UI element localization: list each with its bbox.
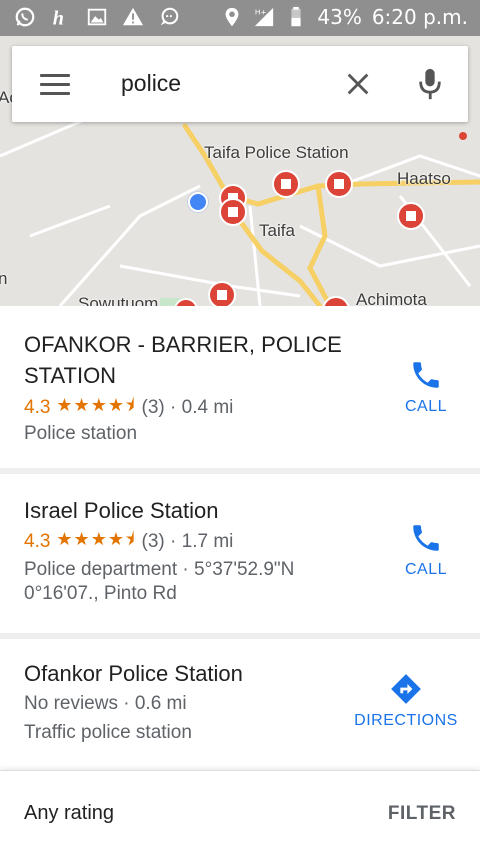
status-bar: h H+ 43% 6:20 p.m. <box>0 0 480 36</box>
filter-bar: Any rating FILTER <box>0 770 480 854</box>
review-count-distance: (3) · 0.4 mi <box>141 397 234 418</box>
map-label-haatso: Haatso <box>397 169 451 188</box>
location-icon <box>225 7 239 27</box>
h-app-icon: h <box>53 7 64 28</box>
svg-text:H+: H+ <box>255 7 267 16</box>
call-button[interactable]: CALL <box>398 521 454 579</box>
rating-value: 4.3 <box>24 531 51 552</box>
map-label-achimota: Achimota <box>356 290 427 306</box>
warning-icon <box>122 7 144 26</box>
review-count-distance: (3) · 1.7 mi <box>141 531 234 552</box>
result-title: Israel Police Station <box>24 498 219 523</box>
result-title: OFANKOR - BARRIER, POLICE STATION <box>24 332 342 388</box>
clock: 6:20 p.m. <box>371 5 468 29</box>
results-list: OFANKOR - BARRIER, POLICE STATION 4.3 ★★… <box>0 306 480 770</box>
police-marker <box>397 202 425 230</box>
any-rating-dropdown[interactable]: Any rating <box>24 802 114 825</box>
rating-row: 4.3 ★★★★⯨ (3) · 1.7 mi <box>24 527 233 557</box>
my-location-dot <box>188 192 208 212</box>
rating-value: 4.3 <box>24 397 51 418</box>
place-type: Traffic police station <box>24 722 192 743</box>
stars-icon: ★★★★⯨ <box>56 529 136 550</box>
call-label: CALL <box>404 561 448 578</box>
result-card[interactable]: Israel Police Station 4.3 ★★★★⯨ (3) · 1.… <box>0 474 480 633</box>
battery-percent: 43% <box>317 5 362 29</box>
reviews-distance: No reviews · 0.6 mi <box>24 693 187 714</box>
signal-icon: H+ <box>255 7 274 27</box>
filter-button[interactable]: FILTER <box>388 803 456 825</box>
map-label-edge-bottom: n <box>0 269 8 288</box>
whatsapp-icon <box>15 7 35 27</box>
place-type: Police station <box>24 423 138 444</box>
battery-icon <box>291 6 301 27</box>
police-marker <box>208 281 236 306</box>
phone-icon <box>413 362 439 388</box>
menu-icon[interactable] <box>40 74 70 95</box>
police-marker <box>219 198 247 226</box>
police-marker <box>325 170 353 198</box>
police-marker <box>272 170 300 198</box>
svg-text:h: h <box>53 7 64 28</box>
mic-icon[interactable] <box>416 66 444 102</box>
rating-row: 4.3 ★★★★⯨ (3) · 0.4 mi <box>24 393 233 423</box>
directions-icon <box>391 674 421 704</box>
map-label-taifa: Taifa <box>259 221 295 240</box>
result-card[interactable]: Ofankor Police Station No reviews · 0.6 … <box>0 639 480 770</box>
close-icon[interactable] <box>344 70 372 98</box>
map-label-taifa-police: Taifa Police Station <box>204 143 349 162</box>
map-label-sowutuom: Sowutuom <box>78 294 159 306</box>
search-input[interactable]: police <box>121 70 181 97</box>
place-detail-line1: Police department · 5°37'52.9"N <box>24 559 295 580</box>
result-title: Ofankor Police Station <box>24 661 243 686</box>
image-icon <box>87 8 107 26</box>
call-button[interactable]: CALL <box>398 358 454 416</box>
directions-label: DIRECTIONS <box>354 712 458 729</box>
result-card[interactable]: OFANKOR - BARRIER, POLICE STATION 4.3 ★★… <box>0 306 480 468</box>
chat-icon <box>160 7 179 26</box>
call-label: CALL <box>404 398 448 415</box>
search-bar: police <box>12 46 468 122</box>
stars-icon: ★★★★⯨ <box>56 395 136 416</box>
directions-button[interactable]: DIRECTIONS <box>350 672 462 730</box>
place-detail-line2: 0°16'07., Pinto Rd <box>24 583 177 604</box>
phone-icon <box>413 525 439 551</box>
